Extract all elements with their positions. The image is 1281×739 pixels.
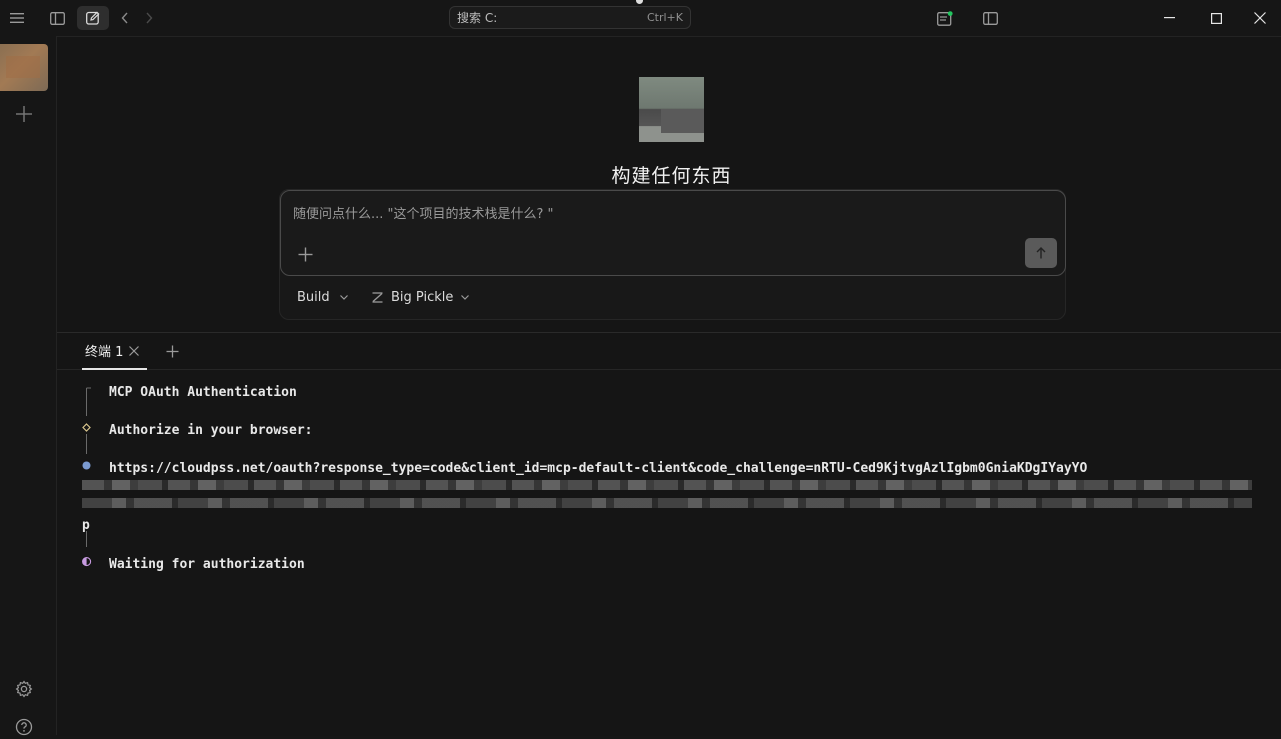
- search-placeholder: 搜索 C:: [457, 11, 498, 25]
- search-shortcut: Ctrl+K: [646, 11, 683, 24]
- help-circle-icon: [15, 718, 33, 736]
- tree-line: [86, 434, 87, 454]
- hamburger-icon: [10, 13, 24, 23]
- toggle-sidebar-button[interactable]: [45, 6, 69, 30]
- mode-selector[interactable]: Build: [297, 290, 348, 305]
- bullet-dot-icon: [82, 461, 91, 470]
- prompt-composer[interactable]: 随便问点什么... "这个项目的技术栈是什么? ": [280, 190, 1066, 276]
- chevron-right-icon: [146, 12, 153, 24]
- terminal-tab-label: 终端 1: [85, 345, 124, 360]
- terminal-line-url[interactable]: https://cloudpss.net/oauth?response_type…: [109, 461, 1087, 476]
- back-button[interactable]: [113, 6, 137, 30]
- chevron-left-icon: [121, 12, 128, 24]
- forward-button[interactable]: [137, 6, 161, 30]
- tree-line: [86, 531, 87, 547]
- model-selector[interactable]: Big Pickle: [372, 290, 470, 305]
- tree-corner-icon: [86, 387, 91, 416]
- close-window-button[interactable]: [1237, 0, 1281, 36]
- project-avatar[interactable]: [0, 44, 48, 91]
- composer-panel: 随便问点什么... "这个项目的技术栈是什么? " Build Big Pick…: [279, 189, 1066, 320]
- terminal-line-title: MCP OAuth Authentication: [109, 385, 297, 400]
- tab-terminal-1[interactable]: 终端 1: [82, 333, 147, 370]
- maximize-button[interactable]: [1193, 0, 1239, 36]
- terminal-line-url-tail: p: [82, 518, 90, 533]
- gear-icon: [15, 680, 33, 698]
- chevron-down-icon: [461, 295, 470, 300]
- window-indicator: [636, 0, 643, 4]
- new-terminal-button[interactable]: [161, 340, 183, 362]
- sidebar: [0, 36, 57, 736]
- edit-square-icon: [86, 11, 100, 25]
- right-panel-button[interactable]: [978, 6, 1002, 30]
- redacted-text: [82, 498, 1252, 508]
- maximize-icon: [1210, 12, 1222, 24]
- minimize-icon: [1163, 17, 1175, 19]
- chevron-down-icon: [339, 295, 348, 300]
- arrow-up-icon: [1036, 247, 1046, 259]
- minimize-button[interactable]: [1146, 0, 1192, 36]
- spinner-icon: [82, 557, 92, 567]
- review-button[interactable]: [933, 6, 957, 30]
- terminal-line-authorize: Authorize in your browser:: [109, 423, 313, 438]
- right-panel-icon: [982, 11, 998, 25]
- send-button[interactable]: [1025, 238, 1057, 268]
- model-label: Big Pickle: [391, 290, 454, 305]
- add-project-button[interactable]: [12, 102, 36, 126]
- attach-button[interactable]: [294, 243, 316, 265]
- hero-title: 构建任何东西: [611, 165, 732, 187]
- settings-button[interactable]: [12, 677, 36, 701]
- prompt-input[interactable]: 随便问点什么... "这个项目的技术栈是什么? ": [293, 203, 554, 222]
- plus-icon: [16, 106, 32, 122]
- terminal-tab-bar: 终端 1: [57, 333, 1281, 370]
- new-session-button[interactable]: [77, 6, 109, 30]
- plus-icon: [298, 247, 312, 261]
- close-icon[interactable]: [129, 345, 140, 356]
- review-panel-icon: [937, 10, 953, 26]
- help-button[interactable]: [12, 715, 36, 739]
- project-logo: [639, 77, 704, 142]
- sidebar-panel-icon: [49, 11, 65, 25]
- model-icon: [372, 292, 383, 303]
- terminal-line-waiting: Waiting for authorization: [109, 557, 305, 572]
- mode-label: Build: [297, 290, 330, 305]
- redacted-text: [82, 480, 1252, 490]
- diamond-icon: [82, 423, 91, 432]
- search-bar[interactable]: 搜索 C: Ctrl+K: [449, 6, 691, 29]
- menu-button[interactable]: [5, 6, 29, 30]
- title-bar: 搜索 C: Ctrl+K: [0, 0, 1281, 36]
- terminal-output[interactable]: MCP OAuth Authentication Authorize in yo…: [57, 370, 1281, 737]
- close-icon: [1254, 12, 1266, 24]
- main-area: 构建任何东西 随便问点什么... "这个项目的技术栈是什么? " Build B…: [57, 36, 1281, 736]
- terminal-panel: 终端 1 MCP OAuth Authentication Authorize …: [57, 332, 1281, 736]
- plus-icon: [166, 345, 178, 357]
